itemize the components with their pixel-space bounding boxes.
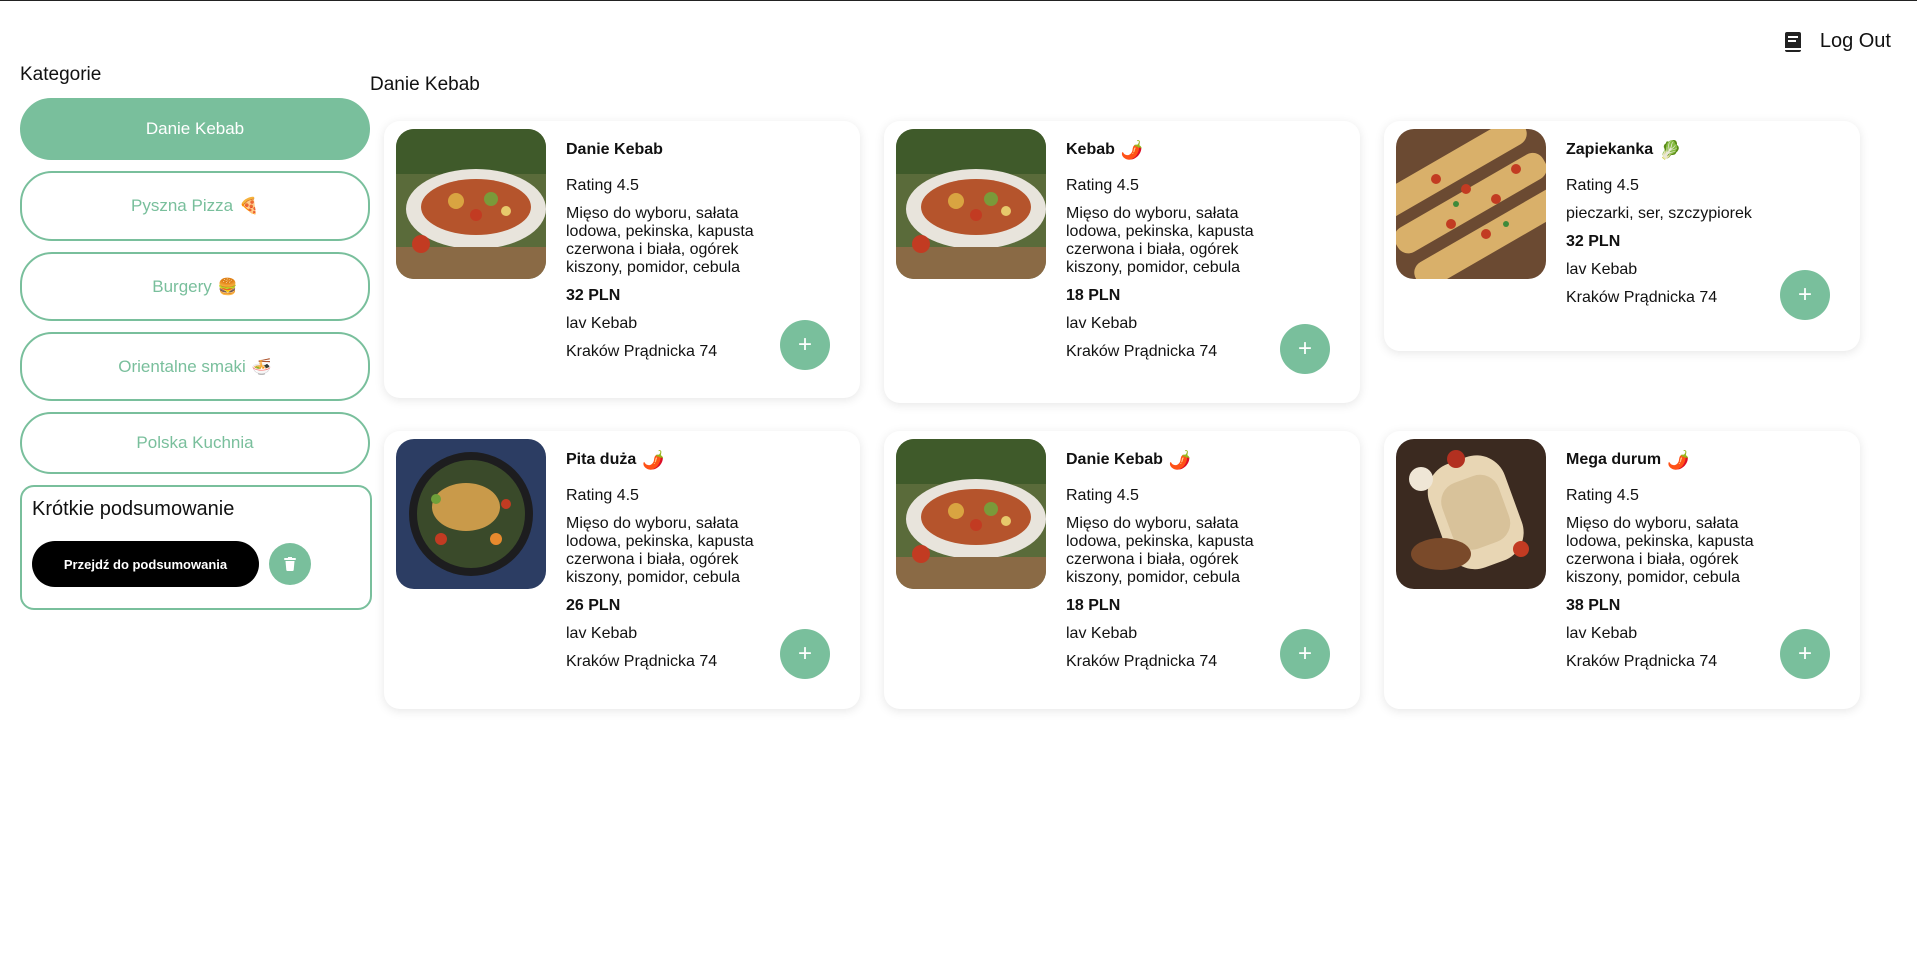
product-card: Danie Kebab Rating 4.5 Mięso do wyboru, … — [384, 121, 860, 398]
product-card: Pita duża 🌶️ Rating 4.5 Mięso do wyboru,… — [384, 431, 860, 709]
restaurant-address: Kraków Prądnicka 74 — [566, 343, 718, 360]
burger-icon: 🍔 — [217, 278, 238, 296]
product-description: Mięso do wyboru, sałata lodowa, pekinska… — [1066, 205, 1254, 276]
product-price: 18 PLN — [1066, 287, 1121, 304]
product-image — [896, 129, 1046, 279]
plus-icon: + — [1297, 335, 1312, 362]
chili-icon: 🌶️ — [642, 450, 665, 470]
product-card: Mega durum 🌶️ Rating 4.5 Mięso do wyboru… — [1384, 431, 1860, 709]
noodles-icon: 🍜 — [251, 358, 272, 376]
plus-icon: + — [1297, 640, 1312, 667]
product-price: 38 PLN — [1566, 597, 1621, 614]
product-name: Danie Kebab — [1066, 451, 1163, 468]
product-rating: Rating 4.5 — [1566, 177, 1639, 194]
product-price: 18 PLN — [1066, 597, 1121, 614]
sidebar-title: Kategorie — [20, 64, 102, 85]
category-label: Danie Kebab — [145, 119, 245, 138]
product-rating: Rating 4.5 — [566, 487, 639, 504]
add-to-cart-button[interactable]: + — [1780, 270, 1830, 320]
chili-icon: 🌶️ — [1120, 140, 1144, 160]
product-name: Mega durum — [1566, 451, 1662, 468]
restaurant-name: lav Kebab — [1566, 625, 1638, 642]
category-polska-kuchnia[interactable]: Polska Kuchnia — [20, 412, 370, 474]
category-label: Pyszna Pizza — [131, 196, 234, 215]
restaurant-name: lav Kebab — [1066, 315, 1138, 332]
restaurant-name: lav Kebab — [1066, 625, 1138, 642]
clear-cart-button[interactable] — [269, 543, 311, 585]
product-image — [1396, 439, 1546, 589]
product-name: Zapiekanka — [1566, 141, 1654, 158]
page-title: Danie Kebab — [370, 74, 480, 95]
category-label: Polska Kuchnia — [136, 433, 254, 452]
category-orientalne-smaki[interactable]: Orientalne smaki 🍜 — [20, 332, 370, 401]
product-price: 32 PLN — [1566, 233, 1621, 250]
product-name: Danie Kebab — [566, 141, 663, 158]
plus-icon: + — [797, 640, 812, 667]
plus-icon: + — [797, 331, 812, 358]
logout-label: Log Out — [1819, 30, 1891, 52]
plus-icon: + — [1797, 281, 1812, 308]
restaurant-address: Kraków Prądnicka 74 — [1566, 653, 1718, 670]
product-name: Pita duża — [566, 451, 637, 468]
product-image — [396, 439, 546, 589]
product-card: Kebab 🌶️ Rating 4.5 Mięso do wyboru, sał… — [884, 121, 1360, 403]
book-icon — [1784, 31, 1801, 52]
add-to-cart-button[interactable]: + — [1780, 629, 1830, 679]
sidebar: Kategorie Danie Kebab Pyszna Pizza 🍕 Bur… — [20, 62, 372, 610]
category-label: Burgery — [152, 276, 212, 296]
product-card: Zapiekanka 🥬 Rating 4.5 pieczarki, ser, … — [1384, 121, 1860, 351]
chili-icon: 🌶️ — [1168, 450, 1192, 470]
product-description: Mięso do wyboru, sałata lodowa, pekinska… — [566, 515, 754, 586]
go-to-summary-button[interactable]: Przejdź do podsumowania — [32, 541, 259, 587]
product-rating: Rating 4.5 — [566, 177, 639, 194]
product-price: 32 PLN — [566, 287, 621, 304]
product-name: Kebab — [1066, 141, 1115, 158]
restaurant-name: lav Kebab — [1566, 261, 1638, 278]
vegetarian-icon: 🥬 — [1659, 140, 1682, 160]
product-rating: Rating 4.5 — [1066, 177, 1139, 194]
summary-title: Krótkie podsumowanie — [32, 498, 235, 520]
restaurant-name: lav Kebab — [566, 625, 638, 642]
product-card: Danie Kebab 🌶️ Rating 4.5 Mięso do wybor… — [884, 431, 1360, 709]
chili-icon: 🌶️ — [1667, 450, 1690, 470]
product-description: pieczarki, ser, szczypiorek — [1566, 205, 1752, 222]
add-to-cart-button[interactable]: + — [1280, 324, 1330, 374]
product-rating: Rating 4.5 — [1566, 487, 1639, 504]
restaurant-address: Kraków Prądnicka 74 — [1066, 653, 1218, 670]
category-label: Orientalne smaki — [118, 356, 246, 376]
top-border — [0, 0, 1917, 1]
trash-icon — [284, 557, 296, 571]
category-burgery[interactable]: Burgery 🍔 — [20, 252, 370, 321]
add-to-cart-button[interactable]: + — [780, 629, 830, 679]
product-image — [1396, 129, 1546, 279]
product-description: Mięso do wyboru, sałata lodowa, pekinska… — [1566, 515, 1754, 586]
logout-button[interactable]: Log Out — [1784, 30, 1891, 53]
product-price: 26 PLN — [566, 597, 621, 614]
product-image — [396, 129, 546, 279]
product-image — [896, 439, 1046, 589]
add-to-cart-button[interactable]: + — [1280, 629, 1330, 679]
summary-box: Krótkie podsumowanie Przejdź do podsumow… — [20, 485, 372, 610]
product-description: Mięso do wyboru, sałata lodowa, pekinska… — [566, 205, 754, 276]
product-rating: Rating 4.5 — [1066, 487, 1139, 504]
product-description: Mięso do wyboru, sałata lodowa, pekinska… — [1066, 515, 1254, 586]
restaurant-address: Kraków Prądnicka 74 — [1066, 343, 1218, 360]
restaurant-name: lav Kebab — [566, 315, 638, 332]
restaurant-address: Kraków Prądnicka 74 — [566, 653, 718, 670]
category-danie-kebab[interactable]: Danie Kebab — [20, 98, 370, 160]
pizza-icon: 🍕 — [239, 198, 259, 215]
plus-icon: + — [1797, 640, 1812, 667]
restaurant-address: Kraków Prądnicka 74 — [1566, 289, 1718, 306]
category-pyszna-pizza[interactable]: Pyszna Pizza 🍕 — [20, 171, 370, 241]
add-to-cart-button[interactable]: + — [780, 320, 830, 370]
